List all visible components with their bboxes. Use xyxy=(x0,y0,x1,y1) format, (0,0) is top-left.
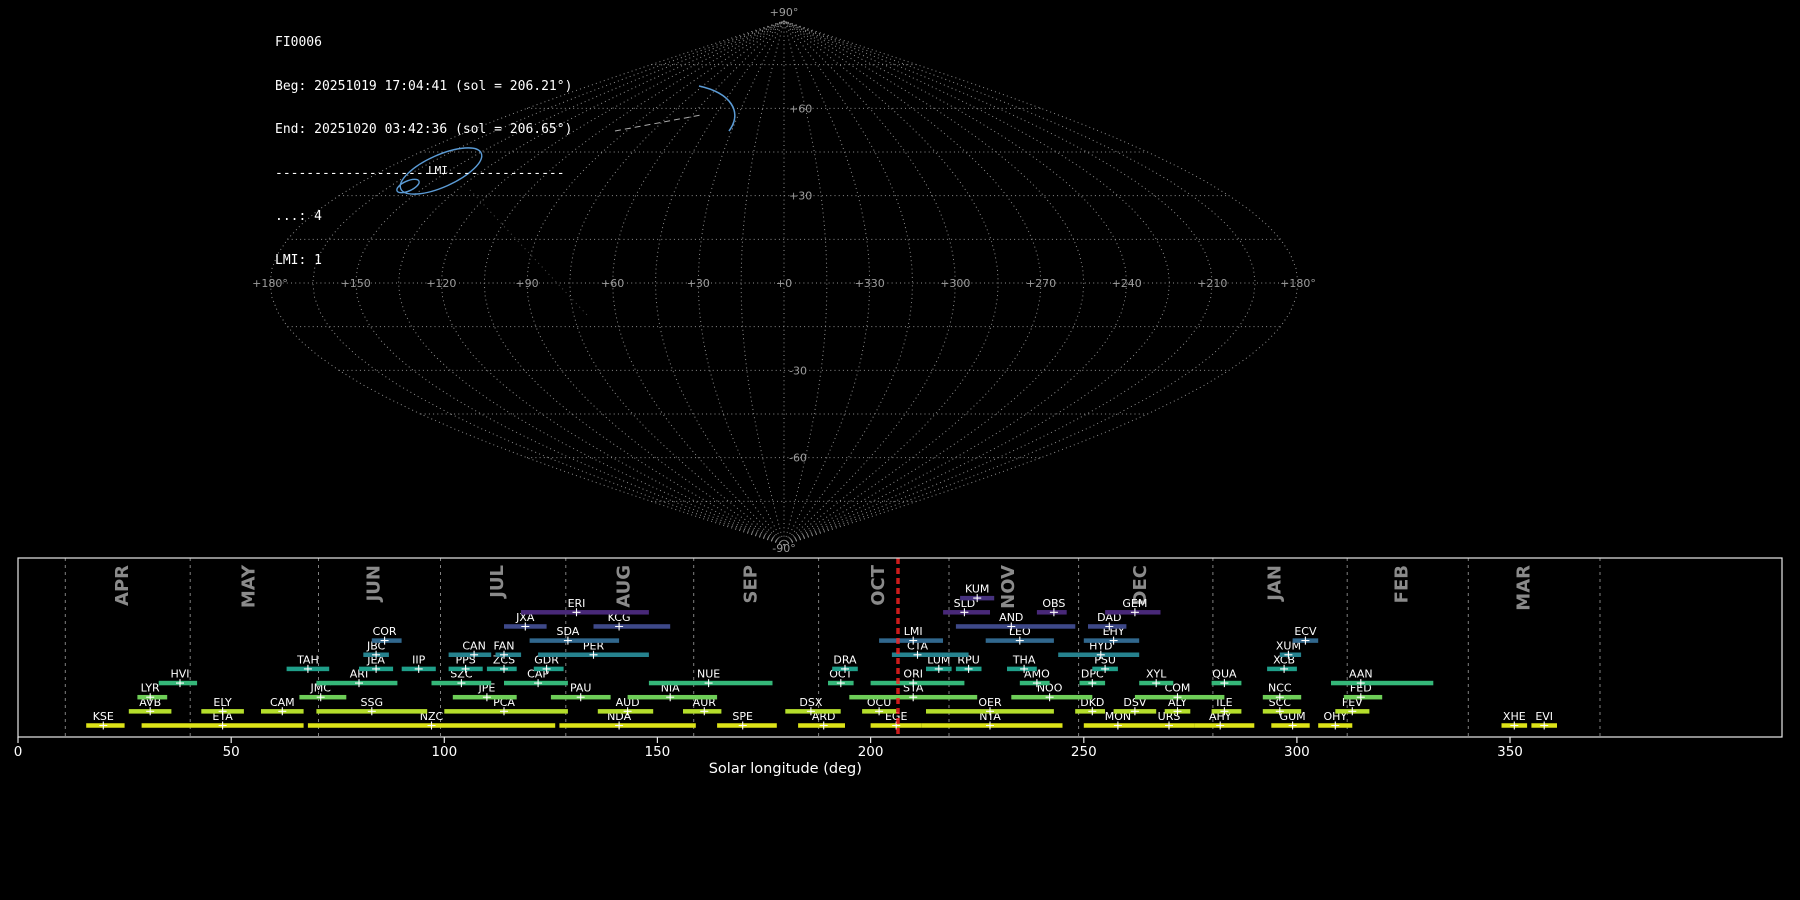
shower-label-KUM: KUM xyxy=(965,583,989,596)
shower-label-DRA: DRA xyxy=(833,653,857,666)
shower-label-KSE: KSE xyxy=(93,710,114,723)
shower-label-AND: AND xyxy=(999,611,1023,624)
shower-activity-chart: APR MAY JUN JUL AUG SEP OCT NOV DEC JAN FEB MARKSE E… xyxy=(14,557,1783,777)
shower-bar-NDA xyxy=(559,723,696,728)
shower-bar-AHY xyxy=(1194,723,1255,728)
x-tick-label: 200 xyxy=(858,744,884,760)
shower-bars: KSE ETA NZC NDA SPE ARD EGE NTA MON URS AHY GUM OHY X… xyxy=(86,583,1557,730)
shower-label-SSG: SSG xyxy=(361,696,384,709)
shower-label-DSX: DSX xyxy=(799,696,822,709)
lat-label: +30 xyxy=(789,190,812,203)
shower-label-ELY: ELY xyxy=(213,696,232,709)
shower-label-NCC: NCC xyxy=(1268,682,1292,695)
lat-label: +60 xyxy=(789,102,812,115)
shower-bar-FAN xyxy=(495,652,522,657)
shower-label-PAU: PAU xyxy=(570,682,592,695)
month-label: JAN xyxy=(1264,565,1285,603)
shower-bar-CAN xyxy=(448,652,492,657)
shower-bar-KCG xyxy=(593,624,671,629)
shower-label-OER: OER xyxy=(978,696,1002,709)
shower-label-XYL: XYL xyxy=(1146,668,1167,681)
lon-label: +60 xyxy=(601,277,624,290)
shower-bar-ERI xyxy=(521,610,649,615)
shower-label-TAH: TAH xyxy=(296,653,319,666)
trail-extension-line xyxy=(614,114,702,132)
x-tick-label: 100 xyxy=(431,744,457,760)
shower-bar-CTA xyxy=(891,652,969,657)
shower-bar-AAN xyxy=(1331,680,1434,686)
meridian-line xyxy=(783,20,914,546)
observation-begin: Beg: 20251019 17:04:41 (sol = 206.21°) xyxy=(275,78,573,94)
shower-bar-SPE xyxy=(717,723,777,728)
shower-label-QUA: QUA xyxy=(1212,668,1237,681)
x-tick-label: 250 xyxy=(1071,744,1097,760)
shower-bar-URS xyxy=(1152,723,1195,728)
shower-label-LYR: LYR xyxy=(141,682,160,695)
lon-label: +300 xyxy=(940,277,970,290)
meridian-line xyxy=(783,20,1042,546)
month-label: OCT xyxy=(868,564,889,606)
observation-end: End: 20251020 03:42:36 (sol = 206.65°) xyxy=(275,122,573,137)
shower-label-FAN: FAN xyxy=(493,639,514,652)
lat-label: -30 xyxy=(789,364,807,377)
shower-bar-SDA xyxy=(529,638,620,643)
x-tick-label: 0 xyxy=(14,744,23,760)
shower-label-SPE: SPE xyxy=(732,710,753,723)
month-label: FEB xyxy=(1392,565,1413,603)
x-tick-labels: 0 50 100 150 200 250 300 350 xyxy=(14,744,1523,760)
shower-label-COR: COR xyxy=(373,625,397,638)
month-label: JUL xyxy=(487,565,508,600)
shower-label-LMI: LMI xyxy=(904,625,923,638)
lat-label: -90° xyxy=(772,542,795,555)
lon-label: +330 xyxy=(855,277,885,290)
x-tick-label: 300 xyxy=(1284,744,1310,760)
shower-label-OBS: OBS xyxy=(1042,597,1065,610)
lon-label: +240 xyxy=(1112,277,1142,290)
sky-map: +180° +150 +120 +90 +60 +30 +0 +330 +300 +270 +240… xyxy=(252,6,1316,555)
meteor-observation-summary: +180° +150 +120 +90 +60 +30 +0 +330 +300 +270 +240… xyxy=(0,0,1800,900)
shower-count-lmi: LMI: 1 xyxy=(275,252,322,268)
info-divider: ------------------------------------- xyxy=(275,165,565,181)
info-block: FI0006 Beg: 20251019 17:04:41 (sol = 206… xyxy=(275,7,572,297)
shower-label-XHE: XHE xyxy=(1503,710,1526,723)
x-axis-title: Solar longitude (deg) xyxy=(709,761,862,777)
lat-label: +90° xyxy=(770,6,799,19)
shower-bar-ORI xyxy=(870,680,965,686)
x-tick-label: 350 xyxy=(1497,744,1523,760)
lon-label: +180° xyxy=(1280,277,1316,290)
lon-label: +270 xyxy=(1026,277,1056,290)
month-label: MAR xyxy=(1514,565,1535,611)
lon-label: +210 xyxy=(1197,277,1227,290)
shower-label-IIP: IIP xyxy=(412,653,425,666)
x-tick-label: 150 xyxy=(645,744,671,760)
shower-label-CAM: CAM xyxy=(270,696,295,709)
lon-label: +0 xyxy=(776,277,792,290)
shower-label-NUE: NUE xyxy=(697,668,720,681)
shower-label-THA: THA xyxy=(1012,653,1036,666)
x-tick-label: 50 xyxy=(223,744,240,760)
month-label: MAY xyxy=(239,564,260,608)
sporadic-count: ...: 4 xyxy=(275,209,322,224)
shower-label-GEM: GEM xyxy=(1122,597,1147,610)
shower-label-ORI: ORI xyxy=(903,668,923,681)
month-label: APR xyxy=(112,565,133,606)
month-label: AUG xyxy=(614,565,635,608)
month-labels: APR MAY JUN JUL AUG SEP OCT NOV DEC JAN FEB MAR xyxy=(112,564,1535,611)
lat-label: -60 xyxy=(789,452,807,465)
month-label: NOV xyxy=(998,565,1019,609)
lon-label: +30 xyxy=(687,277,710,290)
shower-label-ECV: ECV xyxy=(1294,625,1317,638)
shower-label-AAN: AAN xyxy=(1349,668,1373,681)
shower-label-SDA: SDA xyxy=(557,625,580,638)
station-id: FI0006 xyxy=(275,35,322,50)
shower-label-EVI: EVI xyxy=(1535,710,1553,723)
x-ticks xyxy=(17,737,1511,743)
shower-label-CAN: CAN xyxy=(462,639,485,652)
month-label: SEP xyxy=(740,565,761,603)
month-label: JUN xyxy=(364,565,385,603)
shower-label-ERI: ERI xyxy=(568,597,586,610)
shower-bar-AND xyxy=(955,624,1076,629)
shower-label-HVI: HVI xyxy=(170,668,189,681)
